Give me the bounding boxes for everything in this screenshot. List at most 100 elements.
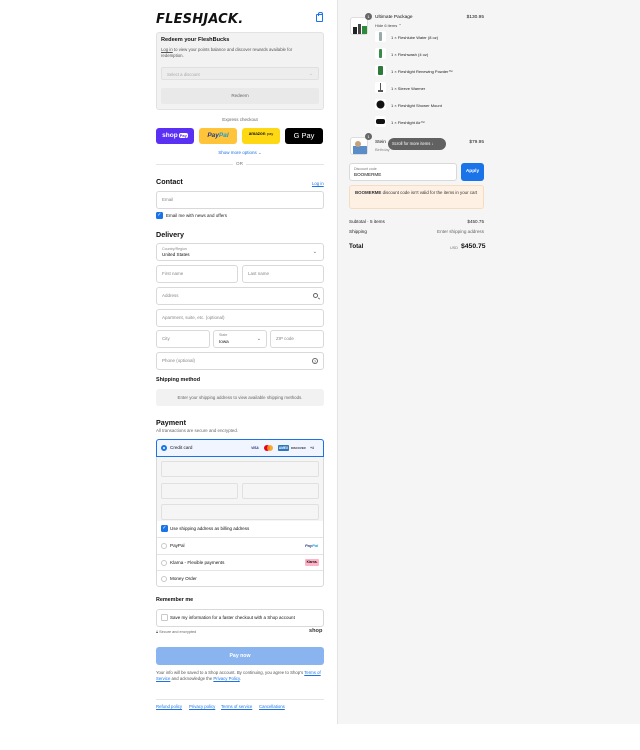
money-order-label[interactable]: Money Order <box>170 576 197 581</box>
cancellations-link[interactable]: Cancellations <box>259 704 285 709</box>
legal-text-1: Your info will be saved to a Shop accoun… <box>156 670 305 675</box>
terms-of-service-link[interactable]: Terms of service <box>221 704 252 709</box>
shop-pay-button[interactable]: shop Pay <box>156 128 194 144</box>
apply-discount-button[interactable]: Apply <box>461 163 484 181</box>
item-thumbnail <box>375 48 386 59</box>
total-label: Total <box>349 243 364 250</box>
card-name-field[interactable] <box>161 504 319 520</box>
klarna-radio[interactable] <box>161 560 167 566</box>
shower-mount-icon <box>376 100 385 109</box>
remember-me-heading: Remember me <box>156 597 194 603</box>
news-checkbox[interactable] <box>156 212 163 219</box>
pay-now-button[interactable]: Pay now <box>156 647 324 665</box>
shipping-label: Shipping <box>349 229 367 234</box>
payment-heading: Payment <box>156 418 186 427</box>
total-value: $450.75 <box>461 243 486 250</box>
login-link[interactable]: Log in <box>312 181 324 186</box>
refund-policy-link[interactable]: Refund policy <box>156 704 182 709</box>
item-thumbnail <box>375 31 386 42</box>
sleeve-warmer-icon <box>378 83 383 92</box>
first-name-field[interactable]: First name <box>156 265 238 283</box>
divider <box>157 554 323 555</box>
paypal-express-button[interactable]: PayPal <box>199 128 237 144</box>
lube-bottle-icon <box>379 32 382 41</box>
help-icon[interactable]: ? <box>312 358 318 364</box>
contact-heading: Contact <box>156 177 183 186</box>
phone-placeholder: Phone (optional) <box>162 358 196 363</box>
discount-code-value: BOOMERME <box>354 172 382 177</box>
shop-pay-text: shop <box>162 132 178 139</box>
remember-me-checkbox[interactable] <box>161 614 168 621</box>
package-item: 1 × Fleshwash (4 oz) <box>391 52 429 57</box>
subtotal-value: $450.75 <box>467 219 484 224</box>
klarna-logo: Klarna. <box>305 559 319 566</box>
show-more-options-link[interactable]: Show more options ⌄ <box>156 150 324 156</box>
phone-field[interactable]: Phone (optional)? <box>156 352 324 370</box>
discount-select[interactable]: Select a discount ⌄ <box>161 67 319 80</box>
store-logo[interactable]: FLESHJACK. <box>156 12 243 27</box>
footer-divider <box>156 699 324 700</box>
paypal-radio[interactable] <box>161 543 167 549</box>
billing-same-checkbox[interactable] <box>161 525 168 532</box>
wash-bottle-icon <box>379 49 382 58</box>
chevron-down-icon: ⌄ <box>312 249 317 255</box>
paypal-text-b: Pal <box>218 132 229 139</box>
card-cvc-field[interactable] <box>242 483 319 499</box>
city-field[interactable]: City <box>156 330 210 348</box>
express-checkout-label: Express checkout <box>222 117 258 122</box>
state-value: Iowa <box>219 339 229 344</box>
amazon-pay-button[interactable]: amazon pay <box>242 128 280 144</box>
address-placeholder: Address <box>162 293 179 298</box>
chevron-down-icon: ⌄ <box>308 71 313 77</box>
klarna-option-label[interactable]: Klarna - Flexible payments <box>170 560 224 565</box>
discount-code-label: Discount code <box>354 167 377 171</box>
state-label: State <box>219 333 228 337</box>
product-thumbnail <box>350 17 368 35</box>
last-name-field[interactable]: Last name <box>242 265 324 283</box>
cart-bag-icon[interactable] <box>316 12 323 22</box>
paypal-option-label[interactable]: PayPal <box>170 543 185 548</box>
discount-error-text: discount code isn't valid for the items … <box>381 190 478 195</box>
apartment-field[interactable]: Apartment, suite, etc. (optional) <box>156 309 324 327</box>
country-select[interactable]: Country/Region United States ⌄ <box>156 243 324 261</box>
news-checkbox-label: Email me with news and offers <box>166 213 227 218</box>
hide-items-toggle[interactable]: Hide 6 items ⌃ <box>375 23 402 28</box>
discount-error-code: BOOMERME <box>355 190 382 195</box>
product-price: $130.95 <box>466 15 484 20</box>
chevron-down-icon: ⌄ <box>256 336 261 342</box>
package-item: 1 × Sleeve Warmer <box>391 86 426 91</box>
item-thumbnail <box>375 82 386 93</box>
search-icon <box>313 293 318 298</box>
package-item: 1 × Fleshlight Shower Mount <box>391 103 442 108</box>
money-order-radio[interactable] <box>161 576 167 582</box>
scroll-for-more-button[interactable]: Scroll for more items ↓ <box>388 138 446 150</box>
credit-card-radio[interactable] <box>161 445 167 451</box>
address-field[interactable]: Address <box>156 287 324 305</box>
discover-icon: DISCOVER <box>291 446 306 450</box>
email-field[interactable]: Email <box>156 191 324 209</box>
privacy-policy-link[interactable]: Privacy policy <box>189 704 215 709</box>
credit-card-label: Credit card <box>170 445 193 450</box>
product-name: Ultimate Package <box>375 15 413 20</box>
card-expiry-field[interactable] <box>161 483 238 499</box>
more-cards-badge: +4 <box>310 446 314 450</box>
country-label: Country/Region <box>162 247 187 251</box>
card-number-field[interactable] <box>161 461 319 477</box>
state-select[interactable]: State Iowa ⌄ <box>213 330 267 348</box>
amex-icon: AMEX <box>278 445 289 451</box>
quantity-badge: 1 <box>365 133 372 140</box>
shipping-method-message: Enter your shipping address to view avai… <box>156 389 324 406</box>
google-pay-button[interactable]: G Pay <box>285 128 323 144</box>
redeem-desc-text: to view your points balance and discover… <box>161 47 293 58</box>
shop-logo: shop <box>309 628 323 634</box>
payment-secure-note: All transactions are secure and encrypte… <box>156 428 239 433</box>
redeem-button[interactable]: Redeem <box>161 88 319 104</box>
item-thumbnail <box>375 99 386 110</box>
country-value: United States <box>162 252 190 257</box>
shop-privacy-link[interactable]: Privacy Policy <box>213 676 239 681</box>
redeem-login-link[interactable]: Log in <box>161 47 173 52</box>
amazon-text: amazon <box>248 131 266 136</box>
zip-field[interactable]: ZIP code <box>270 330 324 348</box>
discount-code-field[interactable]: Discount code BOOMERME <box>349 163 457 181</box>
paypal-logo: PayPal <box>305 543 318 548</box>
